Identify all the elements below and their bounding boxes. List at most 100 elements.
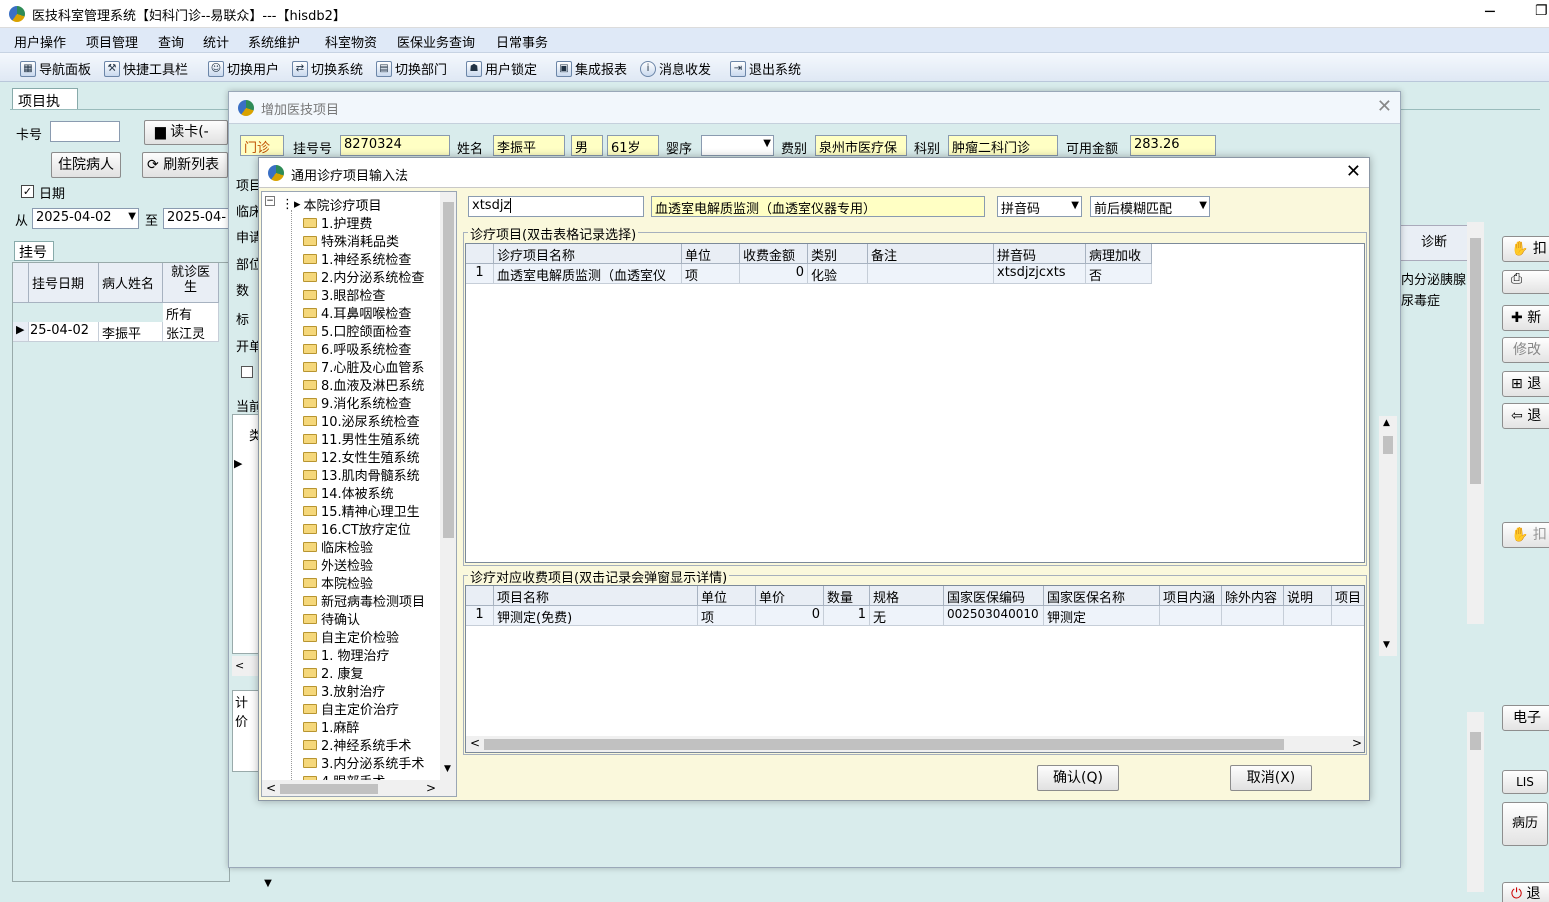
nav-panel-button[interactable]: ▦ 导航面板 bbox=[20, 59, 91, 78]
col-pinyin[interactable]: 拼音码 bbox=[994, 244, 1086, 264]
fee-row-connotation[interactable] bbox=[1160, 606, 1222, 626]
tree-node[interactable]: 15.精神心理卫生 bbox=[303, 501, 420, 520]
col-patient-name[interactable]: 病人姓名 bbox=[99, 263, 163, 303]
side-checkbox[interactable] bbox=[241, 366, 253, 378]
diagnosis-scrollbar[interactable] bbox=[1467, 222, 1484, 624]
balance-field[interactable]: 283.26 bbox=[1130, 135, 1216, 156]
tree-node[interactable]: 自主定价检验 bbox=[303, 627, 399, 646]
match-mode-select[interactable]: 前后模糊匹配 ▼ bbox=[1090, 196, 1210, 217]
table-row-date[interactable]: 25-04-02 bbox=[29, 322, 99, 342]
background-vscroll[interactable]: ▲ ▼ bbox=[1379, 416, 1397, 656]
close-icon[interactable]: ✕ bbox=[1346, 161, 1361, 182]
return-button-1[interactable]: ⊞ 退 bbox=[1502, 371, 1549, 397]
menu-system-maintenance[interactable]: 系统维护 bbox=[248, 32, 300, 51]
scroll-down-icon[interactable]: ▼ bbox=[444, 764, 451, 774]
quick-toolbar-button[interactable]: ⚒ 快捷工具栏 bbox=[104, 59, 188, 78]
new-button[interactable]: ✚ 新 bbox=[1502, 305, 1549, 331]
table-row-category[interactable]: 化验 bbox=[808, 264, 868, 284]
lis-button[interactable]: LIS bbox=[1502, 770, 1548, 794]
tree-hscroll[interactable]: < > bbox=[262, 780, 456, 796]
tree-node[interactable]: 1.麻醉 bbox=[303, 717, 359, 736]
col-excluded[interactable]: 除外内容 bbox=[1222, 586, 1284, 606]
reports-button[interactable]: ▣ 集成报表 bbox=[556, 59, 627, 78]
tree-node[interactable]: 2.神经系统手术 bbox=[303, 735, 411, 754]
tab-project-execution[interactable]: 项目执行 bbox=[12, 88, 78, 130]
scroll-left-icon[interactable]: < bbox=[266, 781, 276, 795]
fee-row-ins-code[interactable]: 002503040010 bbox=[944, 606, 1044, 626]
fee-row-name[interactable]: 钾测定(免费) bbox=[494, 606, 698, 626]
card-input[interactable] bbox=[50, 121, 120, 142]
date-from-picker[interactable]: 2025-04-02 ▼ bbox=[32, 208, 139, 229]
collapse-icon[interactable]: − bbox=[265, 196, 275, 206]
col-connotation[interactable]: 项目内涵 bbox=[1160, 586, 1222, 606]
scroll-right-icon[interactable]: > bbox=[1352, 736, 1362, 750]
menu-user-ops[interactable]: 用户操作 bbox=[14, 32, 66, 51]
menu-dept-supplies[interactable]: 科室物资 bbox=[325, 32, 377, 51]
menu-daily-affairs[interactable]: 日常事务 bbox=[496, 32, 548, 51]
fees-hscroll[interactable]: < > bbox=[466, 736, 1364, 752]
fee-row-price[interactable]: 0 bbox=[756, 606, 824, 626]
tree-node[interactable]: 3.放射治疗 bbox=[303, 681, 385, 700]
table-row-doctor[interactable]: 张江灵 bbox=[163, 322, 219, 342]
patient-name-field[interactable]: 李振平 bbox=[493, 135, 565, 156]
col-fee-price[interactable]: 单价 bbox=[756, 586, 824, 606]
date-checkbox[interactable]: ✓ bbox=[21, 185, 34, 198]
scroll-down-icon[interactable]: ▼ bbox=[258, 871, 278, 897]
modify-button[interactable]: 修改 bbox=[1502, 337, 1549, 363]
scroll-right-icon[interactable]: > bbox=[426, 781, 436, 795]
tree-node[interactable]: 1. 物理治疗 bbox=[303, 645, 390, 664]
refresh-list-button[interactable]: ⟳ 刷新列表 bbox=[142, 152, 228, 178]
tree-node[interactable]: 13.肌肉骨髓系统 bbox=[303, 465, 420, 484]
close-icon[interactable]: ✕ bbox=[1377, 96, 1392, 117]
tree-node[interactable]: 10.泌尿系统检查 bbox=[303, 411, 420, 430]
scroll-left-icon[interactable]: < bbox=[232, 656, 260, 676]
fee-row-excluded[interactable] bbox=[1222, 606, 1284, 626]
col-amount[interactable]: 收费金额 bbox=[740, 244, 808, 264]
tree-node[interactable]: 8.血液及淋巴系统 bbox=[303, 375, 424, 394]
fee-row-ins-name[interactable]: 钾测定 bbox=[1044, 606, 1160, 626]
electronic-button[interactable]: 电子 bbox=[1502, 705, 1549, 731]
tree-root[interactable]: ⋮▸ 本院诊疗项目 bbox=[281, 195, 382, 214]
visit-type-field[interactable]: 门诊 bbox=[240, 135, 284, 156]
tree-node[interactable]: 3.内分泌系统手术 bbox=[303, 753, 424, 772]
confirm-button[interactable]: 确认(Q) bbox=[1037, 765, 1119, 791]
table-row-pinyin[interactable]: xtsdjzjcxts bbox=[994, 264, 1086, 284]
return-button-2[interactable]: ⇦ 退 bbox=[1502, 403, 1549, 429]
tree-node[interactable]: 新冠病毒检测项目 bbox=[303, 591, 425, 610]
col-ins-name[interactable]: 国家医保名称 bbox=[1044, 586, 1160, 606]
col-project[interactable]: 项目 bbox=[1332, 586, 1364, 606]
tree-node[interactable]: 5.口腔颌面检查 bbox=[303, 321, 411, 340]
tree-node[interactable]: 2. 康复 bbox=[303, 663, 364, 682]
fee-row-project[interactable] bbox=[1332, 606, 1364, 626]
col-fee-unit[interactable]: 单位 bbox=[698, 586, 756, 606]
exit-system-button[interactable]: ⇥ 退出系统 bbox=[730, 59, 801, 78]
menu-query[interactable]: 查询 bbox=[158, 32, 184, 51]
read-card-button[interactable]: ▆ 读卡(- bbox=[144, 120, 228, 145]
date-to-picker[interactable]: 2025-04- bbox=[163, 208, 229, 229]
tree-node[interactable]: 自主定价治疗 bbox=[303, 699, 399, 718]
tree-node[interactable]: 3.眼部检查 bbox=[303, 285, 385, 304]
tree-node[interactable]: 11.男性生殖系统 bbox=[303, 429, 420, 448]
scroll-left-icon[interactable]: < bbox=[470, 736, 480, 750]
reg-no-field[interactable]: 8270324 bbox=[340, 135, 450, 156]
deduct-button-2[interactable]: ✋ 扣 bbox=[1502, 522, 1549, 548]
tree-node[interactable]: 4.耳鼻咽喉检查 bbox=[303, 303, 411, 322]
tree-node[interactable]: 1.神经系统检查 bbox=[303, 249, 411, 268]
doctor-filter[interactable]: 所有 bbox=[163, 303, 219, 323]
fee-type-field[interactable]: 泉州市医疗保 bbox=[815, 135, 907, 156]
print-button[interactable]: ⎙ bbox=[1502, 270, 1549, 294]
inpatient-button[interactable]: 住院病人 bbox=[51, 152, 121, 178]
table-row-amount[interactable]: 0 bbox=[740, 264, 808, 284]
user-lock-button[interactable]: ☗ 用户锁定 bbox=[466, 59, 537, 78]
menu-insurance-query[interactable]: 医保业务查询 bbox=[397, 32, 475, 51]
switch-user-button[interactable]: ☺ 切换用户 bbox=[208, 59, 279, 78]
order-select[interactable]: ▼ bbox=[701, 135, 774, 156]
col-pathology-extra[interactable]: 病理加收 bbox=[1086, 244, 1152, 264]
medical-record-button[interactable]: 病历 bbox=[1502, 802, 1548, 846]
deduct-button[interactable]: ✋ 扣 bbox=[1502, 236, 1549, 262]
menu-statistics[interactable]: 统计 bbox=[203, 32, 229, 51]
menu-item-management[interactable]: 项目管理 bbox=[86, 32, 138, 51]
fee-row-description[interactable] bbox=[1284, 606, 1332, 626]
fee-row-qty[interactable]: 1 bbox=[824, 606, 870, 626]
col-fee-spec[interactable]: 规格 bbox=[870, 586, 944, 606]
